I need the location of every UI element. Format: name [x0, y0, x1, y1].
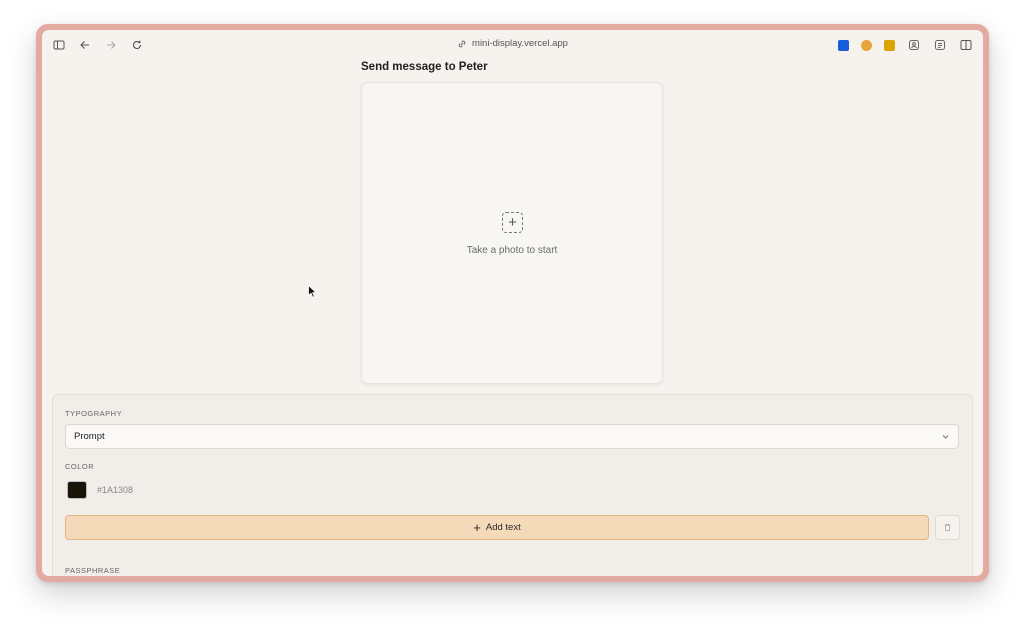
- notes-icon[interactable]: [933, 38, 947, 52]
- reader-icon[interactable]: [907, 38, 921, 52]
- browser-toolbar: mini-display.vercel.app: [42, 30, 983, 60]
- address-bar-url: mini-display.vercel.app: [472, 38, 568, 49]
- mouse-cursor-icon: [308, 285, 317, 298]
- typography-label: TYPOGRAPHY: [65, 409, 123, 418]
- add-text-button[interactable]: + Add text: [65, 515, 929, 540]
- browser-window: mini-display.vercel.app Send message to …: [36, 24, 989, 582]
- photo-hint: Take a photo to start: [466, 245, 558, 256]
- split-view-icon[interactable]: [959, 38, 973, 52]
- typography-select[interactable]: Prompt: [65, 424, 959, 449]
- photo-capture-area[interactable]: + Take a photo to start: [361, 82, 663, 384]
- trash-icon: [944, 523, 951, 532]
- color-label: COLOR: [65, 462, 95, 471]
- plus-icon: +: [473, 520, 481, 535]
- add-text-label: Add text: [485, 522, 521, 533]
- extension-2-icon[interactable]: [861, 39, 872, 51]
- toolbar-extensions: [838, 38, 973, 52]
- settings-panel: TYPOGRAPHY Prompt COLOR #1A1308 + Add te…: [52, 394, 973, 576]
- color-hex-value[interactable]: #1A1308: [97, 485, 133, 495]
- color-swatch[interactable]: [67, 481, 87, 499]
- chevron-down-icon: [942, 435, 949, 439]
- browser-viewport: mini-display.vercel.app Send message to …: [42, 30, 983, 576]
- link-icon: [458, 40, 466, 47]
- page-title: Send message to Peter: [361, 61, 488, 73]
- delete-button[interactable]: [935, 515, 960, 540]
- add-photo-icon[interactable]: +: [502, 212, 523, 233]
- passphrase-label: PASSPHRASE: [65, 566, 121, 575]
- bitwarden-icon[interactable]: [838, 39, 849, 51]
- extension-3-icon[interactable]: [884, 39, 895, 51]
- typography-selected-value: Prompt: [74, 431, 105, 442]
